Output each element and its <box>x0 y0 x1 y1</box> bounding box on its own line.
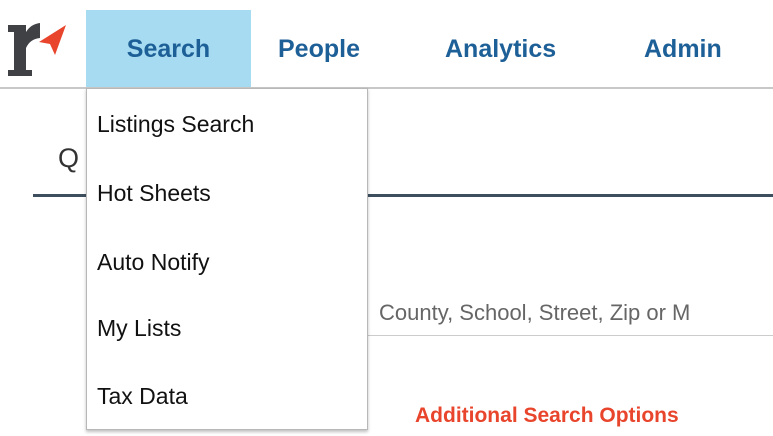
menu-item-hot-sheets[interactable]: Hot Sheets <box>97 180 211 207</box>
menu-item-listings-search[interactable]: Listings Search <box>97 111 254 138</box>
app-logo[interactable] <box>8 22 70 76</box>
additional-search-options-link[interactable]: Additional Search Options <box>415 404 679 428</box>
menu-item-tax-data[interactable]: Tax Data <box>97 383 188 410</box>
menu-item-my-lists[interactable]: My Lists <box>97 315 181 342</box>
logo-icon <box>8 23 66 76</box>
tab-people[interactable]: People <box>278 10 360 88</box>
search-input[interactable] <box>363 290 773 336</box>
section-title: Q <box>58 143 80 173</box>
menu-item-auto-notify[interactable]: Auto Notify <box>97 249 210 276</box>
search-dropdown-menu: Listings Search Hot Sheets Auto Notify M… <box>86 88 368 430</box>
tab-analytics[interactable]: Analytics <box>445 10 556 88</box>
tab-search[interactable]: Search <box>86 10 251 88</box>
tab-admin[interactable]: Admin <box>644 10 722 88</box>
search-field[interactable] <box>363 290 773 336</box>
